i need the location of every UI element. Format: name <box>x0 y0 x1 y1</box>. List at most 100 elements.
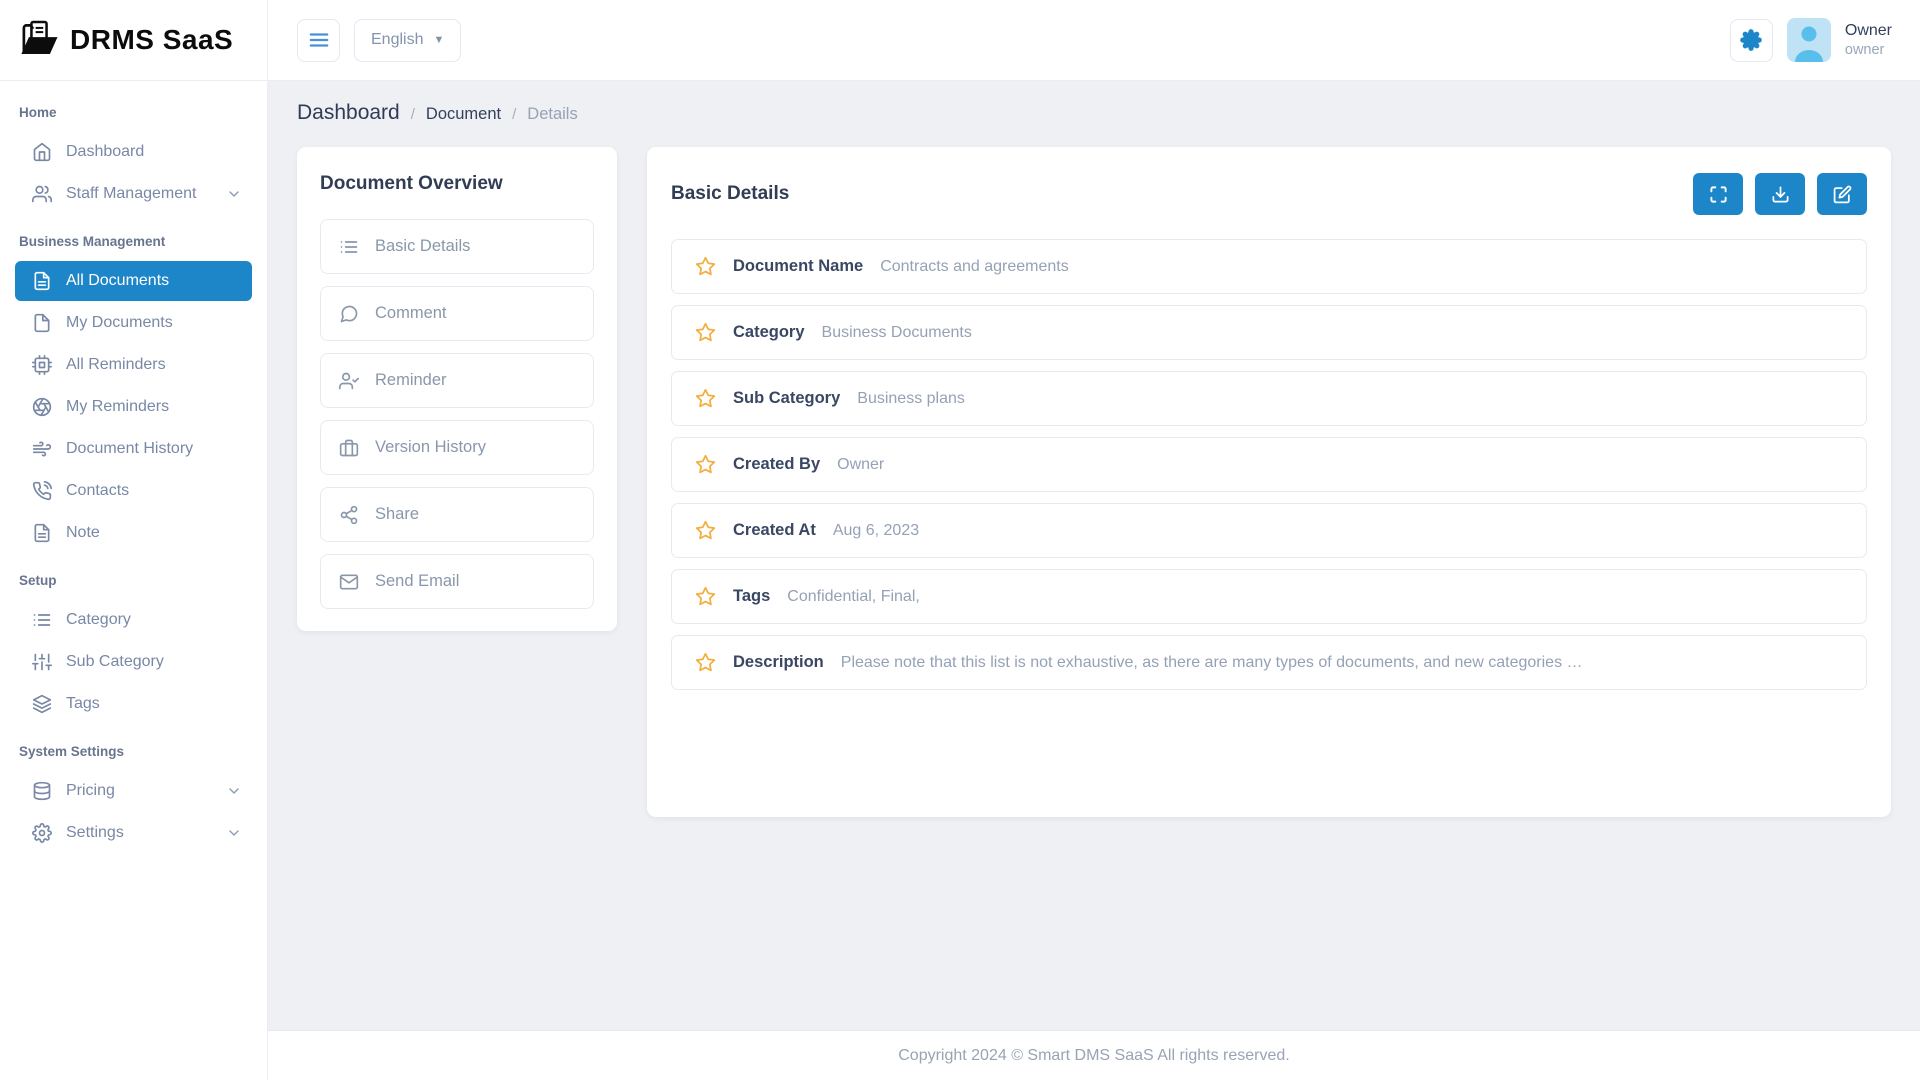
button-label: Send Email <box>375 572 459 591</box>
button-label: Version History <box>375 438 486 457</box>
database-icon <box>32 781 52 801</box>
sidebar-item-label: Staff Management <box>66 185 196 203</box>
sidebar-item-label: Document History <box>66 440 193 458</box>
app-logo[interactable]: DRMS SaaS <box>0 0 267 81</box>
sidebar-item-label: Settings <box>66 824 124 842</box>
home-icon <box>32 142 52 162</box>
user-name: Owner <box>1845 21 1892 41</box>
edit-icon <box>1833 185 1852 204</box>
sidebar-item-settings[interactable]: Settings <box>15 813 252 853</box>
sidebar-item-staff-management[interactable]: Staff Management <box>15 174 252 214</box>
maximize-icon <box>1709 185 1728 204</box>
mail-icon <box>339 572 359 592</box>
detail-row-sub-category: Sub Category Business plans <box>671 371 1867 426</box>
file-text-icon <box>32 523 52 543</box>
user-avatar[interactable] <box>1787 18 1831 62</box>
star-icon[interactable] <box>695 388 716 409</box>
reminder-button[interactable]: Reminder <box>320 353 594 408</box>
breadcrumb-separator: / <box>512 106 516 123</box>
detail-label: Description <box>733 653 824 672</box>
sidebar: DRMS SaaS Home Dashboard Staff Managemen… <box>0 0 268 1080</box>
maximize-button[interactable] <box>1693 173 1743 215</box>
settings-button[interactable] <box>1730 19 1773 62</box>
version-history-button[interactable]: Version History <box>320 420 594 475</box>
sidebar-item-label: Dashboard <box>66 143 144 161</box>
star-icon[interactable] <box>695 454 716 475</box>
overview-card-title: Document Overview <box>320 173 594 195</box>
send-email-button[interactable]: Send Email <box>320 554 594 609</box>
basic-details-button[interactable]: Basic Details <box>320 219 594 274</box>
basic-details-card: Basic Details D <box>647 147 1891 817</box>
sidebar-item-my-reminders[interactable]: My Reminders <box>15 387 252 427</box>
chevron-down-icon <box>226 825 242 841</box>
nav-section-home: Home <box>0 87 267 130</box>
details-card-title: Basic Details <box>671 183 789 205</box>
sidebar-nav: Home Dashboard Staff Management Business… <box>0 81 267 875</box>
sidebar-item-label: My Reminders <box>66 398 169 416</box>
language-value: English <box>371 31 423 49</box>
button-label: Basic Details <box>375 237 470 256</box>
phone-call-icon <box>32 481 52 501</box>
detail-row-tags: Tags Confidential, Final, <box>671 569 1867 624</box>
download-button[interactable] <box>1755 173 1805 215</box>
detail-value: Contracts and agreements <box>880 258 1069 276</box>
sidebar-item-label: Note <box>66 524 100 542</box>
users-icon <box>32 184 52 204</box>
message-circle-icon <box>339 304 359 324</box>
sidebar-item-tags[interactable]: Tags <box>15 684 252 724</box>
copyright-text: Copyright 2024 © Smart DMS SaaS All righ… <box>898 1047 1290 1065</box>
sidebar-item-label: Contacts <box>66 482 129 500</box>
person-icon <box>1787 18 1831 62</box>
user-info[interactable]: Owner owner <box>1845 21 1892 59</box>
share-button[interactable]: Share <box>320 487 594 542</box>
detail-label: Document Name <box>733 257 863 276</box>
detail-label: Created By <box>733 455 820 474</box>
breadcrumb-dashboard[interactable]: Dashboard <box>297 101 400 125</box>
button-label: Comment <box>375 304 447 323</box>
sidebar-item-my-documents[interactable]: My Documents <box>15 303 252 343</box>
main-area: English ▼ Owner owner Dashboard / <box>268 0 1920 1080</box>
list-icon <box>339 237 359 257</box>
file-text-icon <box>32 271 52 291</box>
detail-value: Please note that this list is not exhaus… <box>841 654 1583 672</box>
comment-button[interactable]: Comment <box>320 286 594 341</box>
star-icon[interactable] <box>695 256 716 277</box>
briefcase-icon <box>339 438 359 458</box>
language-select[interactable]: English ▼ <box>354 19 461 62</box>
sidebar-item-all-reminders[interactable]: All Reminders <box>15 345 252 385</box>
detail-value: Business plans <box>857 390 965 408</box>
sidebar-item-all-documents[interactable]: All Documents <box>15 261 252 301</box>
sidebar-item-category[interactable]: Category <box>15 600 252 640</box>
top-header: English ▼ Owner owner <box>268 0 1920 81</box>
sidebar-item-note[interactable]: Note <box>15 513 252 553</box>
document-overview-card: Document Overview Basic Details Comment … <box>297 147 617 631</box>
sidebar-item-pricing[interactable]: Pricing <box>15 771 252 811</box>
user-role: owner <box>1845 41 1892 59</box>
star-icon[interactable] <box>695 652 716 673</box>
breadcrumb: Dashboard / Document / Details <box>297 101 1891 125</box>
detail-label: Category <box>733 323 805 342</box>
button-label: Reminder <box>375 371 447 390</box>
menu-icon <box>308 29 330 51</box>
breadcrumb-details: Details <box>527 105 577 124</box>
nav-section-system-settings: System Settings <box>0 726 267 769</box>
edit-button[interactable] <box>1817 173 1867 215</box>
breadcrumb-document[interactable]: Document <box>426 105 501 124</box>
button-label: Share <box>375 505 419 524</box>
sidebar-item-sub-category[interactable]: Sub Category <box>15 642 252 682</box>
user-check-icon <box>339 371 359 391</box>
star-icon[interactable] <box>695 520 716 541</box>
page-content: Dashboard / Document / Details Document … <box>268 81 1920 1030</box>
detail-row-description: Description Please note that this list i… <box>671 635 1867 690</box>
chevron-down-icon <box>226 186 242 202</box>
sidebar-item-document-history[interactable]: Document History <box>15 429 252 469</box>
sidebar-toggle-button[interactable] <box>297 19 340 62</box>
star-icon[interactable] <box>695 322 716 343</box>
sidebar-item-contacts[interactable]: Contacts <box>15 471 252 511</box>
page-footer: Copyright 2024 © Smart DMS SaaS All righ… <box>268 1030 1920 1080</box>
star-icon[interactable] <box>695 586 716 607</box>
sidebar-item-label: My Documents <box>66 314 173 332</box>
sidebar-item-dashboard[interactable]: Dashboard <box>15 132 252 172</box>
chevron-down-icon <box>226 783 242 799</box>
gear-icon <box>1740 29 1762 51</box>
